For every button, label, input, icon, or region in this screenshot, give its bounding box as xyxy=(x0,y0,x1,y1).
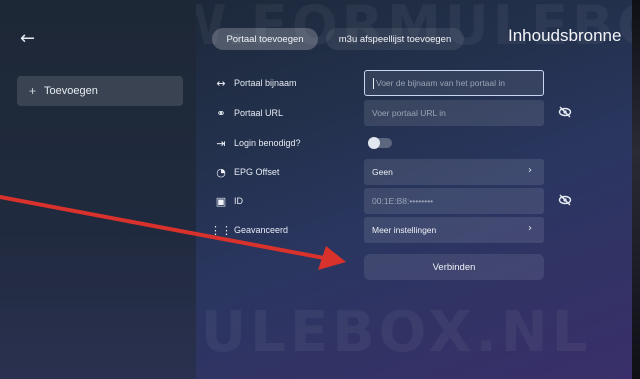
arrow-left-icon[interactable]: ← xyxy=(20,30,35,48)
chip-icon: ▣ xyxy=(215,194,227,208)
field-label: EPG Offset xyxy=(234,167,280,177)
window-edge xyxy=(632,0,640,379)
main-panel: Portaal toevoegen m3u afspeellijst toevo… xyxy=(196,0,640,379)
portal-nickname-input[interactable]: Voer de bijnaam van het portaal in xyxy=(364,70,544,96)
field-label: Geavanceerd xyxy=(234,225,289,235)
portal-url-input[interactable]: Voer portaal URL in xyxy=(364,100,544,126)
form-row-id: ▣ ID 00:1E:B8:•••••••• xyxy=(196,188,640,214)
sliders-icon: ⋮⋮ xyxy=(210,223,232,237)
device-id-input[interactable]: 00:1E:B8:•••••••• xyxy=(364,188,544,214)
tab-portaal-toevoegen[interactable]: Portaal toevoegen xyxy=(212,28,318,50)
sidebar-item-label: Toevoegen xyxy=(44,85,98,97)
form-row-login: ⇥ Login benodigd? xyxy=(196,130,640,156)
text-caret xyxy=(373,77,374,89)
advanced-settings-select[interactable]: Meer instellingen › xyxy=(364,217,544,243)
field-label: Login benodigd? xyxy=(234,138,301,148)
form-row-epg: ◔ EPG Offset Geen › xyxy=(196,159,640,185)
tab-m3u-toevoegen[interactable]: m3u afspeellijst toevoegen xyxy=(326,28,464,50)
chevron-right-icon: › xyxy=(528,223,532,234)
sidebar: ← + Toevoegen xyxy=(0,0,196,379)
login-toggle-wrap xyxy=(364,130,424,156)
form-row-url: ⚭ Portaal URL Voer portaal URL in xyxy=(196,100,640,126)
selected-value: Geen xyxy=(372,167,393,177)
connect-button[interactable]: Verbinden xyxy=(364,254,544,280)
chevron-right-icon: › xyxy=(528,165,532,176)
eye-off-icon[interactable] xyxy=(558,106,572,118)
link-icon: ⚭ xyxy=(216,106,226,120)
page-title: Inhoudsbronne xyxy=(508,26,622,45)
login-icon: ⇥ xyxy=(216,136,226,150)
arrows-horizontal-icon: ↔ xyxy=(216,76,226,90)
field-label: ID xyxy=(234,196,243,206)
field-label: Portaal URL xyxy=(234,108,284,118)
epg-offset-select[interactable]: Geen › xyxy=(364,159,544,185)
login-required-toggle[interactable] xyxy=(368,137,392,149)
field-label: Portaal bijnaam xyxy=(234,78,297,88)
form-row-advanced: ⋮⋮ Geavanceerd Meer instellingen › xyxy=(196,217,640,243)
toggle-knob xyxy=(368,137,380,149)
clock-icon: ◔ xyxy=(216,165,226,179)
masked-value: 00:1E:B8:•••••••• xyxy=(372,196,434,206)
placeholder-text: Voer portaal URL in xyxy=(372,108,446,118)
selected-value: Meer instellingen xyxy=(372,225,437,235)
form-row-bijnaam: ↔ Portaal bijnaam Voer de bijnaam van he… xyxy=(196,70,640,96)
sidebar-item-toevoegen[interactable]: + Toevoegen xyxy=(17,76,183,106)
eye-off-icon[interactable] xyxy=(558,194,572,206)
placeholder-text: Voer de bijnaam van het portaal in xyxy=(376,78,506,88)
plus-icon: + xyxy=(29,84,37,98)
